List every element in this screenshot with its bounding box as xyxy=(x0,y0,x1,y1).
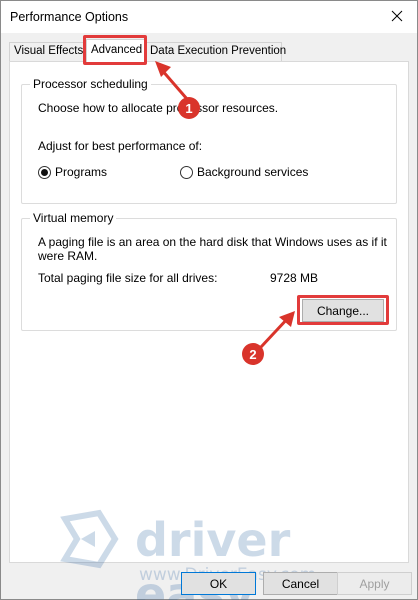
radio-selected-indicator xyxy=(38,165,51,179)
total-paging-label: Total paging file size for all drives: xyxy=(38,271,218,285)
cancel-label: Cancel xyxy=(281,576,320,591)
tab-label: Visual Effects xyxy=(14,45,84,57)
processor-scheduling-group: Processor scheduling Choose how to alloc… xyxy=(21,77,397,204)
apply-label: Apply xyxy=(359,576,390,591)
tab-strip: Visual Effects Advanced Data Execution P… xyxy=(1,39,417,63)
tab-visual-effects[interactable]: Visual Effects xyxy=(9,42,86,61)
driver-easy-logo-icon xyxy=(60,509,119,569)
virtual-memory-description-line2: were RAM. xyxy=(38,249,98,263)
tab-label: Data Execution Prevention xyxy=(150,45,287,57)
background-services-radio[interactable]: Background services xyxy=(180,165,308,179)
ok-label: OK xyxy=(209,576,228,591)
apply-button[interactable]: Apply xyxy=(337,572,412,595)
change-button[interactable]: Change... xyxy=(302,299,384,322)
dialog-buttons: OK Cancel Apply xyxy=(1,569,417,599)
ok-button[interactable]: OK xyxy=(181,572,256,595)
step-1-badge: 1 xyxy=(178,97,200,119)
programs-label: Programs xyxy=(55,165,108,179)
virtual-memory-description-line1: A paging file is an area on the hard dis… xyxy=(38,235,387,249)
processor-scheduling-legend: Processor scheduling xyxy=(30,77,151,91)
cancel-button[interactable]: Cancel xyxy=(263,572,338,595)
virtual-memory-legend: Virtual memory xyxy=(30,211,117,225)
title-bar: Performance Options xyxy=(1,1,417,33)
advanced-tab-highlight xyxy=(83,35,147,65)
radio-unselected-indicator xyxy=(180,165,193,179)
advanced-panel: Processor scheduling Choose how to alloc… xyxy=(9,61,409,563)
window-title: Performance Options xyxy=(10,10,129,24)
step-2-badge: 2 xyxy=(242,343,264,365)
change-button-label: Change... xyxy=(316,303,370,318)
programs-radio[interactable]: Programs xyxy=(38,165,107,179)
performance-options-window: Performance Options Visual Effects Advan… xyxy=(0,0,418,600)
close-icon xyxy=(391,10,403,22)
background-services-label: Background services xyxy=(197,165,309,179)
total-paging-value: 9728 MB xyxy=(270,271,319,285)
adjust-label: Adjust for best performance of: xyxy=(38,139,203,153)
virtual-memory-group: Virtual memory A paging file is an area … xyxy=(21,211,397,331)
close-button[interactable] xyxy=(385,5,409,27)
